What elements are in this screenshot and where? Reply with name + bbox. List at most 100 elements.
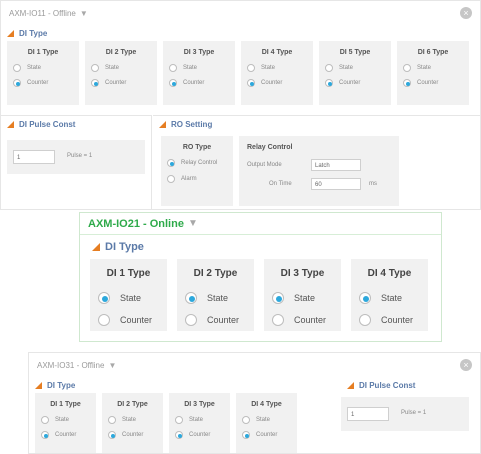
counter-option[interactable]: Counter (35, 427, 96, 442)
radio-unselected-icon[interactable] (272, 314, 284, 326)
radio-unselected-icon[interactable] (359, 314, 371, 326)
di-type-card: DI 2 Type State Counter (177, 259, 254, 331)
counter-option[interactable]: Counter (397, 75, 469, 90)
radio-unselected-icon[interactable] (169, 63, 177, 72)
close-button[interactable]: × (460, 7, 472, 19)
relay-control-option[interactable]: Relay Control (161, 155, 233, 171)
state-option[interactable]: State (236, 412, 297, 427)
section-triangle-icon (92, 243, 100, 251)
state-option[interactable]: State (264, 287, 341, 309)
state-option[interactable]: State (351, 287, 428, 309)
di-pulse-const-panel: DI Pulse Const 1 Pulse = 1 (1, 115, 152, 210)
counter-option[interactable]: Counter (241, 75, 313, 90)
ro-section-header: RO Setting (153, 116, 480, 132)
radio-unselected-icon[interactable] (91, 63, 99, 72)
option-label: Counter (120, 315, 153, 325)
radio-unselected-icon[interactable] (175, 415, 183, 424)
counter-option[interactable]: Counter (177, 309, 254, 331)
state-option[interactable]: State (35, 412, 96, 427)
di-type-card: DI 5 Type State Counter (319, 41, 391, 105)
radio-selected-icon[interactable] (242, 430, 250, 439)
axm-io31-window: AXM-IO31 - Offline ▼ × DI Type DI 1 Type… (28, 352, 481, 454)
counter-option[interactable]: Counter (319, 75, 391, 90)
radio-unselected-icon[interactable] (247, 63, 255, 72)
option-label: Counter (207, 315, 240, 325)
radio-unselected-icon[interactable] (108, 415, 116, 424)
option-label: State (207, 293, 229, 303)
state-option[interactable]: State (241, 60, 313, 75)
pulse-unit-label: Pulse = 1 (67, 153, 93, 159)
di-type-section-header: DI Type (29, 377, 329, 393)
ro-type-card: RO Type Relay Control Alarm (161, 136, 233, 206)
section-triangle-icon (347, 381, 354, 389)
dropdown-caret-icon[interactable]: ▼ (188, 218, 198, 229)
di-type-panel: DI Type DI 1 Type State Counter DI 2 Typ… (29, 377, 329, 453)
ro-setting-panel: RO Setting RO Type Relay Control Alarm R… (153, 115, 480, 210)
dropdown-caret-icon[interactable]: ▼ (108, 361, 116, 370)
counter-option[interactable]: Counter (85, 75, 157, 90)
radio-unselected-icon[interactable] (242, 415, 250, 424)
alarm-option[interactable]: Alarm (161, 171, 233, 187)
option-label: State (120, 293, 142, 303)
option-label: State (256, 416, 271, 423)
on-time-input[interactable]: 60 (311, 178, 361, 190)
counter-option[interactable]: Counter (264, 309, 341, 331)
counter-option[interactable]: Counter (90, 309, 167, 331)
state-option[interactable]: State (177, 287, 254, 309)
window-titlebar: AXM-IO21 - Online ▼ (80, 213, 441, 235)
di-type-card: DI 4 Type State Counter (351, 259, 428, 331)
on-time-unit-label: ms (369, 181, 377, 187)
radio-selected-icon[interactable] (13, 78, 21, 87)
state-option[interactable]: State (169, 412, 230, 427)
counter-option[interactable]: Counter (236, 427, 297, 442)
counter-option[interactable]: Counter (169, 427, 230, 442)
radio-selected-icon[interactable] (41, 430, 49, 439)
window-title: AXM-IO21 - Online (88, 217, 184, 230)
radio-selected-icon[interactable] (325, 78, 333, 87)
counter-option[interactable]: Counter (7, 75, 79, 90)
radio-unselected-icon[interactable] (98, 314, 110, 326)
radio-unselected-icon[interactable] (13, 63, 21, 72)
radio-selected-icon[interactable] (175, 430, 183, 439)
radio-selected-icon[interactable] (108, 430, 116, 439)
close-button[interactable]: × (460, 359, 472, 371)
radio-unselected-icon[interactable] (41, 415, 49, 424)
di-type-title: DI 3 Type (183, 49, 215, 56)
radio-unselected-icon[interactable] (185, 314, 197, 326)
state-option[interactable]: State (90, 287, 167, 309)
option-label: Counter (55, 431, 77, 438)
state-option[interactable]: State (163, 60, 235, 75)
counter-option[interactable]: Counter (351, 309, 428, 331)
radio-selected-icon[interactable] (91, 78, 99, 87)
radio-unselected-icon[interactable] (325, 63, 333, 72)
state-option[interactable]: State (102, 412, 163, 427)
radio-selected-icon[interactable] (247, 78, 255, 87)
di-type-card: DI 1 Type State Counter (7, 41, 79, 105)
state-option[interactable]: State (319, 60, 391, 75)
ro-type-title: RO Type (182, 144, 212, 151)
relay-control-card: Relay Control Output Mode Latch On Time … (239, 136, 399, 206)
section-title: DI Type (19, 28, 48, 38)
radio-selected-icon[interactable] (167, 159, 175, 167)
output-mode-select[interactable]: Latch (311, 159, 361, 171)
radio-selected-icon[interactable] (272, 292, 284, 304)
pulse-input[interactable]: 1 (347, 407, 389, 421)
radio-unselected-icon[interactable] (167, 175, 175, 183)
section-title: DI Type (105, 241, 144, 253)
state-option[interactable]: State (85, 60, 157, 75)
state-option[interactable]: State (397, 60, 469, 75)
section-title: DI Pulse Const (359, 380, 416, 390)
pulse-input[interactable]: 1 (13, 150, 55, 164)
radio-selected-icon[interactable] (185, 292, 197, 304)
state-option[interactable]: State (7, 60, 79, 75)
dropdown-caret-icon[interactable]: ▼ (80, 9, 88, 18)
counter-option[interactable]: Counter (102, 427, 163, 442)
radio-unselected-icon[interactable] (403, 63, 411, 72)
counter-option[interactable]: Counter (163, 75, 235, 90)
option-label: Counter (189, 431, 211, 438)
radio-selected-icon[interactable] (169, 78, 177, 87)
di-type-title: DI 5 Type (339, 49, 371, 56)
radio-selected-icon[interactable] (359, 292, 371, 304)
radio-selected-icon[interactable] (98, 292, 110, 304)
radio-selected-icon[interactable] (403, 78, 411, 87)
